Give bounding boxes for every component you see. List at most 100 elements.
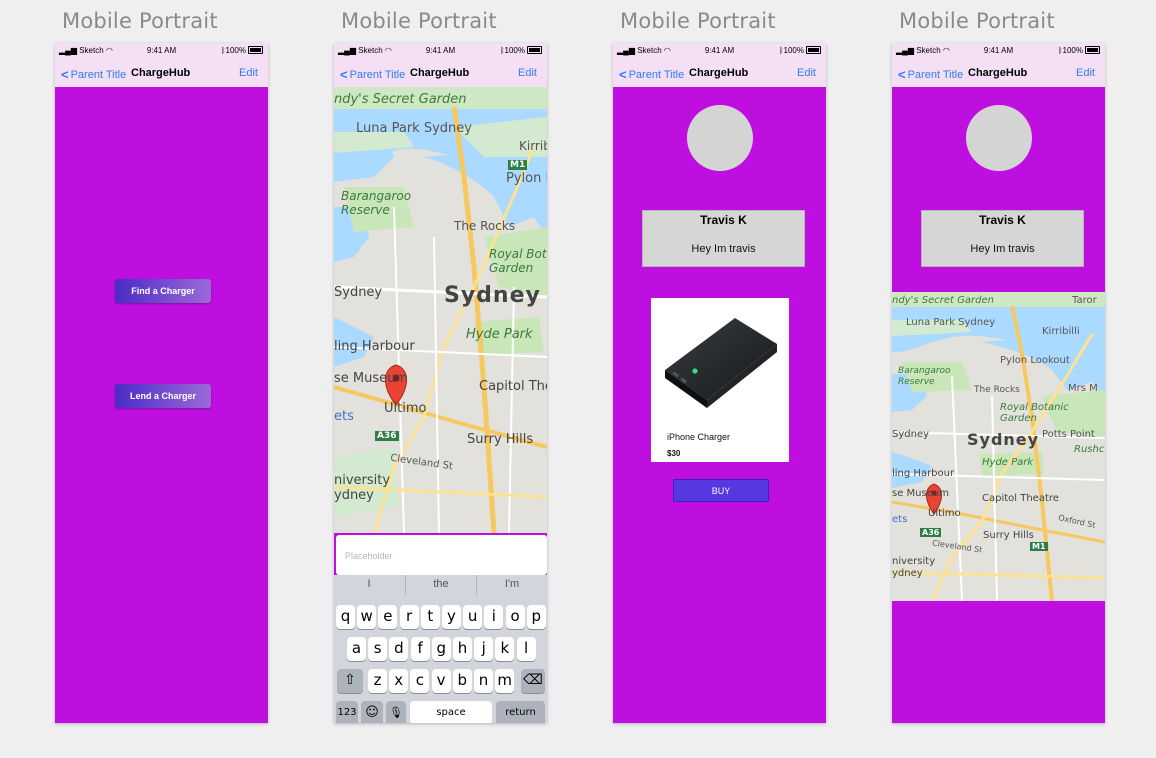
map-label-pylon: Pylon Lookout (506, 171, 547, 186)
edit-button[interactable]: Edit (1076, 67, 1095, 79)
battery-icon (248, 46, 263, 54)
map-label-university-line1: niversity (334, 473, 391, 488)
edit-button[interactable]: Edit (797, 67, 816, 79)
suggestion-2[interactable]: the (405, 575, 476, 595)
delete-key[interactable]: ⌫ (521, 669, 545, 693)
map-label-luna-park: Luna Park Sydney (356, 121, 472, 136)
emoji-key[interactable]: ☺ (361, 701, 383, 723)
map-label-a36: A36 (375, 431, 399, 441)
battery-percent: 100% (504, 46, 525, 55)
lend-charger-button[interactable]: Lend a Charger (115, 384, 211, 408)
key-v[interactable]: v (431, 669, 451, 693)
map-label-kirribilli: Kirribilli (519, 139, 547, 153)
profile-name: Travis K (979, 213, 1026, 227)
key-w[interactable]: w (357, 605, 377, 629)
avatar (687, 105, 753, 171)
key-d[interactable]: d (389, 637, 409, 661)
map-label-university: niversity ydney (892, 556, 935, 580)
key-j[interactable]: j (474, 637, 494, 661)
artboard-title-4: Mobile Portrait (899, 9, 1055, 33)
product-card[interactable]: iPhone Charger $30 (651, 298, 789, 462)
back-button[interactable]: < Parent Title (619, 67, 684, 82)
key-c[interactable]: c (410, 669, 430, 693)
key-f[interactable]: f (410, 637, 430, 661)
buy-button[interactable]: BUY (673, 479, 769, 502)
key-n[interactable]: n (474, 669, 493, 693)
artboard-title-2: Mobile Portrait (341, 9, 497, 33)
map-label-sydney-big: Sydney (444, 283, 541, 308)
edit-button[interactable]: Edit (518, 67, 537, 79)
profile-card: Travis K Hey Im travis (642, 210, 805, 267)
back-label: Parent Title (628, 69, 685, 81)
map-label-capitol: Capitol Theatre (982, 493, 1059, 504)
status-bar: ▂▄▆ Sketch ◠ 9:41 AM ᛒ100% (334, 43, 547, 59)
key-u[interactable]: u (463, 605, 483, 629)
key-g[interactable]: g (431, 637, 451, 661)
space-key[interactable]: space (410, 701, 492, 723)
edit-button[interactable]: Edit (239, 67, 258, 79)
map-label-m1: M1 (508, 160, 528, 170)
map-label-royal-botanic-line2: Garden (1000, 413, 1037, 424)
suggestion-1[interactable]: I (334, 575, 404, 595)
key-e[interactable]: e (378, 605, 398, 629)
key-m[interactable]: m (495, 669, 515, 693)
back-button[interactable]: < Parent Title (898, 67, 963, 82)
map-label-barangaroo-line1: Barangaroo (898, 366, 951, 376)
key-k[interactable]: k (495, 637, 515, 661)
nav-title: ChargeHub (689, 67, 749, 79)
screen-find-map: ▂▄▆ Sketch ◠ 9:41 AM ᛒ100% < Parent Title… (334, 43, 547, 723)
dictation-key[interactable]: 🎙 (386, 701, 406, 723)
nav-bar: < Parent Title ChargeHub Edit (613, 59, 826, 87)
key-r[interactable]: r (399, 605, 419, 629)
map-label-sydney: Sydney (892, 429, 930, 440)
power-bank-image (665, 318, 777, 408)
map-label-taronga: Taror (1072, 295, 1097, 306)
map-label-university-line1: niversity (892, 556, 936, 567)
map-label-secret-garden: ndy's Secret Garden (892, 295, 994, 306)
numbers-key[interactable]: 123 (336, 701, 358, 723)
key-t[interactable]: t (420, 605, 440, 629)
map-label-royal-botanic: Royal BotanicGarden (489, 247, 547, 275)
map-label-mrs-m: Mrs M (1068, 383, 1098, 394)
map-label-the-rocks: The Rocks (974, 385, 1020, 395)
key-i[interactable]: i (484, 605, 504, 629)
key-x[interactable]: x (389, 669, 409, 693)
nav-title: ChargeHub (131, 67, 191, 79)
map-label-m1: M1 (1030, 542, 1048, 551)
search-field[interactable] (336, 535, 547, 577)
key-a[interactable]: a (347, 637, 366, 661)
suggestion-3[interactable]: I'm (476, 575, 547, 595)
map-label-museum: se Museum (334, 371, 409, 386)
map-label-museum: se Museum (892, 488, 949, 499)
nav-bar: < Parent Title ChargeHub Edit (334, 59, 547, 87)
key-z[interactable]: z (368, 669, 387, 693)
return-key[interactable]: return (496, 701, 545, 723)
map-label-university-line2: ydney (892, 568, 923, 579)
product-name: iPhone Charger (667, 432, 731, 442)
back-button[interactable]: < Parent Title (61, 67, 126, 82)
battery-icon (1085, 46, 1100, 54)
key-s[interactable]: s (368, 637, 388, 661)
key-b[interactable]: b (452, 669, 472, 693)
find-charger-button[interactable]: Find a Charger (115, 279, 211, 303)
map-view[interactable]: ndy's Secret Garden Luna Park Sydney Bar… (334, 87, 547, 533)
search-input[interactable] (336, 535, 537, 577)
map-label-the-rocks: The Rocks (454, 219, 516, 233)
map-view[interactable]: ndy's Secret Garden Luna Park Sydney Kir… (892, 292, 1105, 601)
chevron-left-icon: < (898, 67, 906, 82)
key-y[interactable]: y (442, 605, 461, 629)
map-label-surry-hills: Surry Hills (983, 530, 1034, 541)
status-bar: ▂▄▆ Sketch ◠ 9:41 AM ᛒ100% (613, 43, 826, 59)
key-l[interactable]: l (516, 637, 536, 661)
map-label-pylon: Pylon Lookout (1000, 355, 1070, 366)
key-q[interactable]: q (336, 605, 355, 629)
back-button[interactable]: < Parent Title (340, 67, 405, 82)
profile-bio: Hey Im travis (691, 243, 756, 255)
shift-key[interactable]: ⇧ (337, 669, 363, 693)
key-h[interactable]: h (453, 637, 472, 661)
key-p[interactable]: p (526, 605, 546, 629)
key-o[interactable]: o (505, 605, 525, 629)
map-label-royal-botanic: Royal BotanicGarden (1000, 402, 1069, 424)
map-label-university-line2: ydney (334, 488, 374, 503)
map-label-ultimo: Ultimo (384, 401, 427, 416)
